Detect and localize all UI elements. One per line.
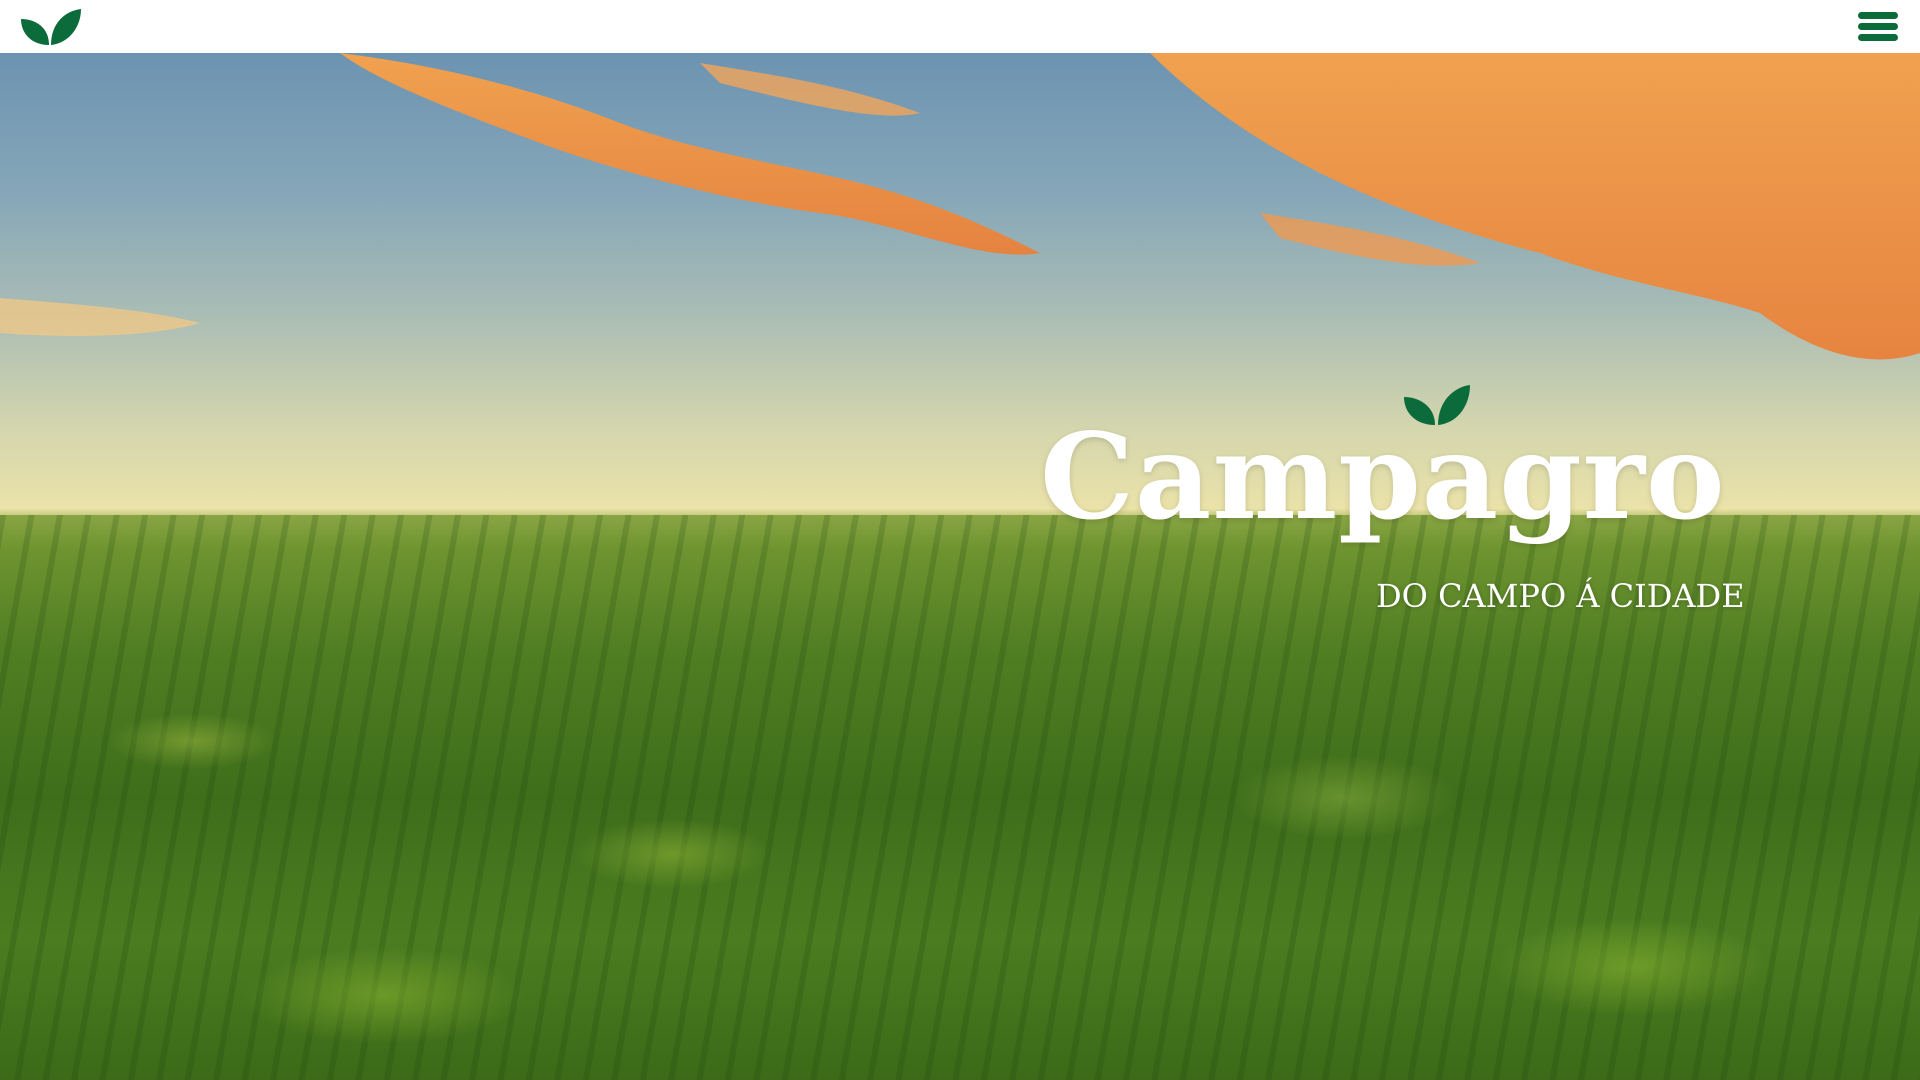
hero-banner: Campagro DO CAMPO Á CIDADE bbox=[0, 53, 1920, 1080]
menu-bar bbox=[1858, 12, 1898, 19]
hamburger-menu-icon[interactable] bbox=[1858, 9, 1900, 45]
top-navbar bbox=[0, 0, 1920, 53]
menu-bar bbox=[1858, 34, 1898, 41]
leaf-logo-icon[interactable] bbox=[19, 7, 83, 47]
menu-bar bbox=[1858, 23, 1898, 30]
brand-title: Campagro bbox=[1040, 407, 1726, 546]
brand-tagline: DO CAMPO Á CIDADE bbox=[1376, 577, 1745, 615]
brand-lockup: Campagro DO CAMPO Á CIDADE bbox=[1040, 383, 1745, 623]
